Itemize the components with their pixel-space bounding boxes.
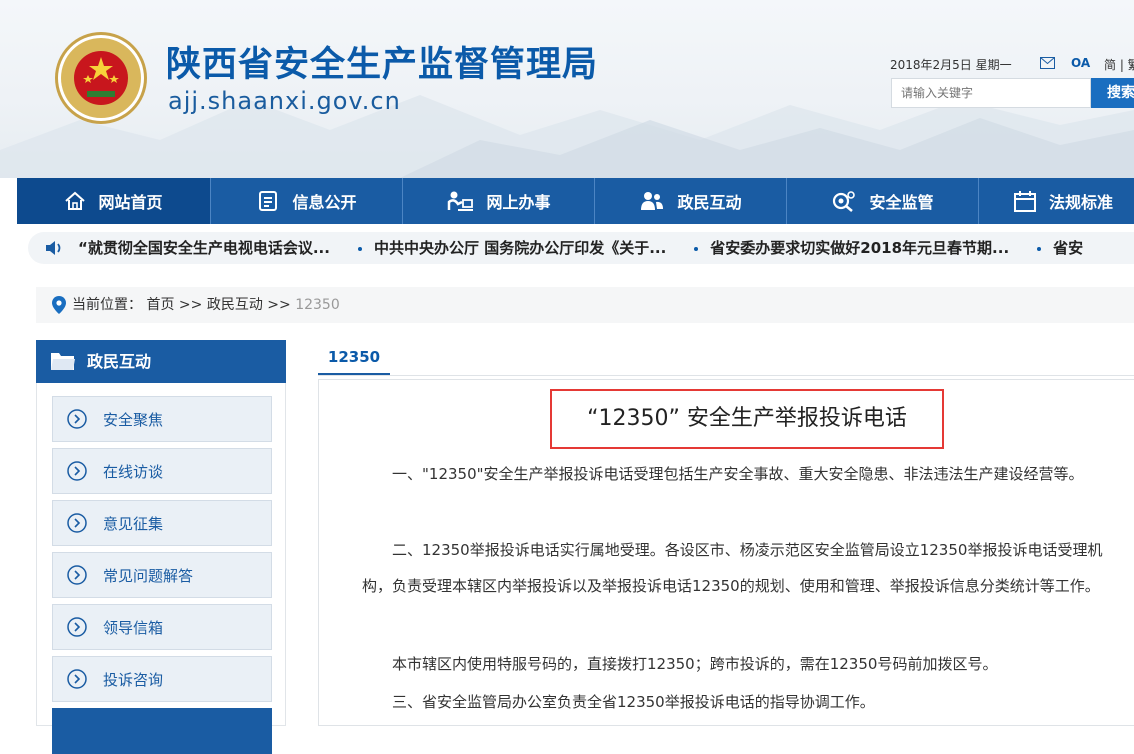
- sidebar-menu: 安全聚焦 在线访谈 意见征集 常见问题解答 领导信箱 投诉咨询: [36, 383, 286, 754]
- sidebar-item-12350[interactable]: [52, 708, 272, 754]
- sidebar-item-label: 安全聚焦: [103, 411, 164, 429]
- magnifier-gear-icon: [833, 191, 856, 212]
- article-paragraph: 二、12350举报投诉电话实行属地受理。各设区市、杨凌示范区安全监管局设立123…: [362, 541, 1103, 595]
- sidebar-item-opinion[interactable]: 意见征集: [52, 500, 272, 546]
- site-header: 陕西省安全生产监督管理局 ajj.shaanxi.gov.cn 2018年2月5…: [0, 0, 1134, 178]
- home-icon: [65, 191, 86, 210]
- desk-user-icon: [448, 191, 474, 211]
- tab-divider: [318, 375, 1134, 376]
- folder-icon: [51, 353, 75, 370]
- search-button[interactable]: 搜索: [1091, 78, 1134, 108]
- nav-item-label: 信息公开: [292, 193, 357, 212]
- oa-link[interactable]: OA: [1071, 56, 1090, 70]
- location-pin-icon: [52, 296, 66, 314]
- mail-icon[interactable]: [1040, 57, 1055, 69]
- site-domain: ajj.shaanxi.gov.cn: [168, 87, 401, 115]
- ticker-track: “就贯彻全国安全生产电视电话会议... 中共中央办公厅 国务院办公厅印发《关于..…: [78, 232, 1111, 264]
- sidebar-item-label: 领导信箱: [103, 619, 164, 637]
- breadcrumb-home-link[interactable]: 首页: [146, 297, 174, 313]
- breadcrumb: 当前位置： 首页 >> 政民互动 >> 12350: [36, 287, 1134, 323]
- arrow-circle-icon: [67, 669, 87, 689]
- ticker-item[interactable]: 省安: [1037, 232, 1083, 264]
- nav-item-label: 政民互动: [677, 193, 742, 212]
- sidebar-item-label: 意见征集: [103, 515, 164, 533]
- main-nav: 网站首页 信息公开 网上办事 政民互动 安全监管 法规标准: [17, 178, 1134, 224]
- nav-item-interaction[interactable]: 政民互动: [595, 178, 787, 224]
- nav-item-label: 法规标准: [1049, 193, 1114, 212]
- article-paragraph: 本市辖区内使用特服号码的，直接拨打12350；跨市投诉的，需在12350号码前加…: [392, 655, 998, 673]
- tab-12350[interactable]: 12350: [318, 340, 390, 376]
- ticker-item[interactable]: “就贯彻全国安全生产电视电话会议...: [78, 232, 330, 264]
- sidebar-item-label: 常见问题解答: [103, 567, 194, 585]
- nav-item-regulations[interactable]: 法规标准: [979, 178, 1134, 224]
- nav-item-supervision[interactable]: 安全监管: [787, 178, 979, 224]
- emblem-logo: [55, 32, 147, 124]
- breadcrumb-separator: >>: [267, 297, 291, 313]
- breadcrumb-text: 当前位置： 首页 >> 政民互动 >> 12350: [72, 287, 340, 323]
- sidebar-item-complaint[interactable]: 投诉咨询: [52, 656, 272, 702]
- ticker-item[interactable]: 中共中央办公厅 国务院办公厅印发《关于...: [357, 232, 666, 264]
- article-paragraph: 一、"12350"安全生产举报投诉电话受理包括生产安全事故、重大安全隐患、非法违…: [392, 465, 1084, 483]
- users-icon: [641, 192, 664, 210]
- breadcrumb-prefix: 当前位置：: [72, 297, 142, 313]
- sidebar-item-label: 在线访谈: [103, 463, 164, 481]
- site-title: 陕西省安全生产监督管理局: [166, 45, 599, 85]
- sidebar-item-label: 投诉咨询: [103, 671, 164, 689]
- sidebar-item-focus[interactable]: 安全聚焦: [52, 396, 272, 442]
- calendar-icon: [1014, 191, 1036, 212]
- nav-item-label: 安全监管: [869, 193, 934, 212]
- language-switch[interactable]: 简 | 繁: [1104, 56, 1134, 73]
- document-list-icon: [259, 191, 278, 211]
- article-paragraph: 三、省安全监管局办公室负责全省12350举报投诉电话的指导协调工作。: [392, 693, 875, 711]
- sidebar-title: 政民互动: [87, 352, 152, 371]
- nav-item-home[interactable]: 网站首页: [17, 178, 211, 224]
- arrow-circle-icon: [67, 617, 87, 637]
- nav-item-label: 网站首页: [98, 193, 163, 212]
- search-input[interactable]: [891, 78, 1091, 108]
- nav-item-label: 网上办事: [486, 193, 551, 212]
- speaker-icon: [46, 241, 61, 255]
- sidebar-item-mailbox[interactable]: 领导信箱: [52, 604, 272, 650]
- breadcrumb-current: 12350: [295, 297, 340, 313]
- article-title: “12350” 安全生产举报投诉电话: [550, 389, 944, 449]
- breadcrumb-section-link[interactable]: 政民互动: [207, 297, 263, 313]
- arrow-circle-icon: [67, 513, 87, 533]
- sidebar-item-faq[interactable]: 常见问题解答: [52, 552, 272, 598]
- arrow-circle-icon: [67, 409, 87, 429]
- sidebar-header: 政民互动: [36, 340, 286, 383]
- current-date: 2018年2月5日 星期一: [890, 58, 1012, 72]
- ticker-item[interactable]: 省安委办要求切实做好2018年元旦春节期...: [694, 232, 1009, 264]
- arrow-circle-icon: [67, 565, 87, 585]
- arrow-circle-icon: [67, 461, 87, 481]
- nav-item-service[interactable]: 网上办事: [403, 178, 595, 224]
- breadcrumb-separator: >>: [178, 297, 203, 313]
- nav-item-info[interactable]: 信息公开: [211, 178, 403, 224]
- news-ticker: “就贯彻全国安全生产电视电话会议... 中共中央办公厅 国务院办公厅印发《关于..…: [28, 232, 1134, 264]
- sidebar-item-interview[interactable]: 在线访谈: [52, 448, 272, 494]
